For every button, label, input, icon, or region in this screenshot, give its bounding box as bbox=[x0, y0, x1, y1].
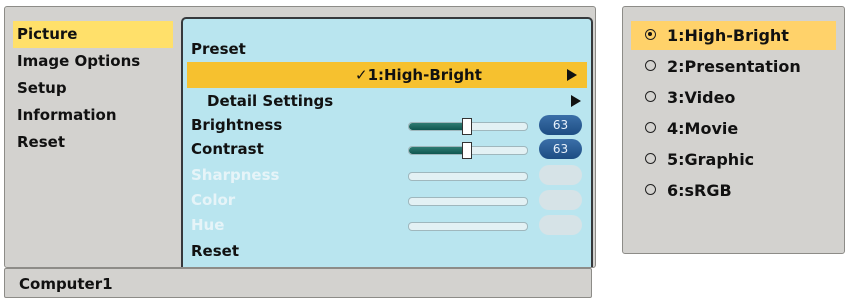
hue-value bbox=[539, 215, 582, 235]
hue-slider bbox=[408, 222, 528, 231]
sharpness-label: Sharpness bbox=[191, 166, 280, 184]
preset-option-label: 2:Presentation bbox=[667, 57, 801, 76]
radio-off-icon bbox=[645, 60, 656, 71]
brightness-slider-fill bbox=[409, 123, 466, 130]
contrast-slider-fill bbox=[409, 147, 466, 154]
preset-option-high-bright[interactable]: 1:High-Bright bbox=[631, 21, 836, 50]
color-value bbox=[539, 190, 582, 210]
sharpness-value bbox=[539, 165, 582, 185]
preset-option-video[interactable]: 3:Video bbox=[631, 83, 836, 112]
sharpness-slider bbox=[408, 172, 528, 181]
menu-item-information[interactable]: Information bbox=[17, 102, 177, 129]
brightness-slider-thumb[interactable] bbox=[461, 118, 472, 135]
menu-item-reset[interactable]: Reset bbox=[17, 129, 177, 156]
menu-item-image-options[interactable]: Image Options bbox=[17, 48, 177, 75]
preset-label[interactable]: Preset bbox=[191, 36, 246, 62]
input-source-label: Computer1 bbox=[19, 275, 113, 293]
radio-off-icon bbox=[645, 184, 656, 195]
detail-settings-item[interactable]: Detail Settings bbox=[207, 88, 333, 114]
preset-value: ✓1:High-Bright bbox=[355, 66, 482, 84]
triangle-right-icon bbox=[567, 69, 577, 81]
preset-option-label: 3:Video bbox=[667, 88, 736, 107]
preset-value-row[interactable]: ✓1:High-Bright bbox=[187, 62, 587, 88]
menu-item-picture[interactable]: Picture bbox=[13, 21, 173, 48]
preset-option-movie[interactable]: 4:Movie bbox=[631, 114, 836, 143]
preset-options-panel: 1:High-Bright 2:Presentation 3:Video 4:M… bbox=[622, 6, 845, 254]
contrast-label: Contrast bbox=[191, 140, 264, 158]
reset-item[interactable]: Reset bbox=[191, 238, 239, 264]
color-slider bbox=[408, 197, 528, 206]
preset-option-label: 5:Graphic bbox=[667, 150, 755, 169]
preset-option-presentation[interactable]: 2:Presentation bbox=[631, 52, 836, 81]
preset-option-srgb[interactable]: 6:sRGB bbox=[631, 176, 836, 205]
contrast-value: 63 bbox=[539, 139, 582, 159]
radio-off-icon bbox=[645, 122, 656, 133]
preset-option-label: 1:High-Bright bbox=[667, 26, 789, 45]
radio-off-icon bbox=[645, 91, 656, 102]
main-menu: Picture Image Options Setup Information … bbox=[13, 21, 177, 156]
brightness-slider[interactable] bbox=[408, 118, 528, 135]
contrast-slider-thumb[interactable] bbox=[461, 142, 472, 159]
preset-option-label: 4:Movie bbox=[667, 119, 739, 138]
status-bar: Computer1 bbox=[4, 268, 592, 298]
color-label: Color bbox=[191, 191, 236, 209]
preset-option-label: 6:sRGB bbox=[667, 181, 732, 200]
preset-option-graphic[interactable]: 5:Graphic bbox=[631, 145, 836, 174]
picture-submenu-panel: Preset ✓1:High-Bright Detail Settings Br… bbox=[181, 17, 593, 267]
menu-item-setup[interactable]: Setup bbox=[17, 75, 177, 102]
contrast-slider[interactable] bbox=[408, 142, 528, 159]
osd-menu-window: Picture Image Options Setup Information … bbox=[4, 6, 596, 268]
brightness-value: 63 bbox=[539, 115, 582, 135]
brightness-label: Brightness bbox=[191, 116, 283, 134]
hue-label: Hue bbox=[191, 216, 225, 234]
triangle-right-icon[interactable] bbox=[571, 95, 581, 107]
radio-off-icon bbox=[645, 153, 656, 164]
radio-on-icon bbox=[645, 29, 656, 40]
